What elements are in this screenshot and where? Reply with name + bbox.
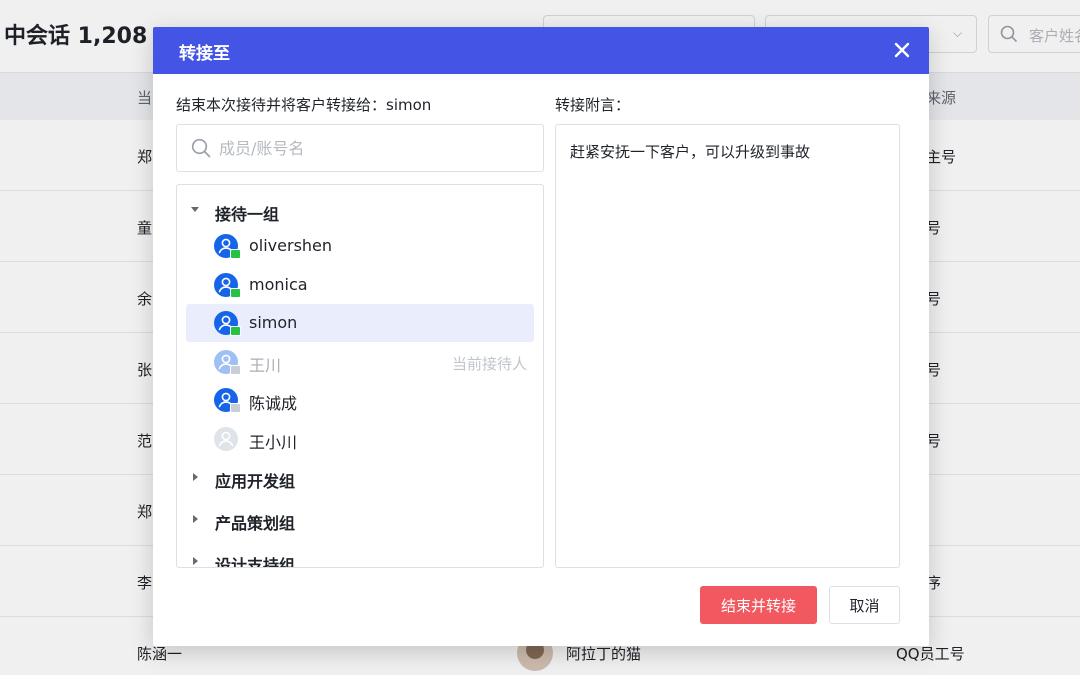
caret-right-icon[interactable] (193, 557, 198, 565)
dialog-title: 转接至 (179, 44, 230, 64)
group-name: 产品策划组 (215, 514, 296, 533)
transfer-note-input[interactable] (570, 141, 888, 551)
transfer-note-label: 转接附言： (555, 96, 631, 114)
caret-right-icon[interactable] (193, 473, 198, 481)
member-item[interactable]: 王小川 (186, 420, 534, 458)
caret-down-icon[interactable] (191, 207, 199, 212)
online-badge-icon (230, 326, 241, 336)
group-name: 应用开发组 (215, 472, 296, 491)
caret-right-icon[interactable] (193, 515, 198, 523)
tree-group[interactable]: 产品策划组 (177, 506, 543, 536)
status-badge-icon (230, 403, 241, 413)
transfer-target-label: 结束本次接待并将客户转接给：simon (176, 96, 432, 114)
transfer-note-box[interactable] (555, 124, 900, 568)
member-item[interactable]: simon (186, 304, 534, 342)
group-name: 设计支持组 (215, 556, 296, 568)
close-icon[interactable] (891, 39, 913, 61)
member-tree: 接待一组 olivershen monica simon 王川 当前接待人陈诚成王小川应用… (176, 184, 544, 568)
member-name: olivershen (249, 236, 333, 255)
search-icon (191, 138, 211, 162)
tree-group[interactable]: 设计支持组 (177, 548, 543, 568)
member-name: monica (249, 274, 308, 294)
member-item[interactable]: olivershen (186, 227, 534, 265)
member-item: 王川 当前接待人 (186, 343, 534, 381)
transfer-dialog: 转接至 结束本次接待并将客户转接给：simon 转接附言： 接待一组 oliver… (153, 27, 929, 646)
member-item[interactable]: 陈诚成 (186, 381, 534, 419)
user-icon (214, 426, 238, 451)
member-search-box[interactable] (176, 124, 544, 172)
end-and-transfer-button[interactable]: 结束并转接 (700, 586, 817, 624)
tree-group[interactable]: 应用开发组 (177, 464, 543, 494)
member-item[interactable]: monica (186, 266, 534, 304)
member-name: simon (249, 313, 298, 332)
online-badge-icon (230, 287, 241, 298)
status-badge-icon (230, 364, 241, 375)
online-badge-icon (230, 249, 241, 259)
member-search-input[interactable] (219, 135, 519, 161)
member-status: 当前接待人 (451, 354, 527, 373)
dialog-header: 转接至 (153, 27, 929, 74)
cancel-button[interactable]: 取消 (829, 586, 900, 624)
tree-group[interactable]: 接待一组 (177, 197, 543, 227)
member-name: 陈诚成 (249, 394, 298, 413)
member-name: 王小川 (249, 432, 298, 452)
member-name: 王川 (249, 355, 282, 375)
group-name: 接待一组 (215, 205, 280, 224)
